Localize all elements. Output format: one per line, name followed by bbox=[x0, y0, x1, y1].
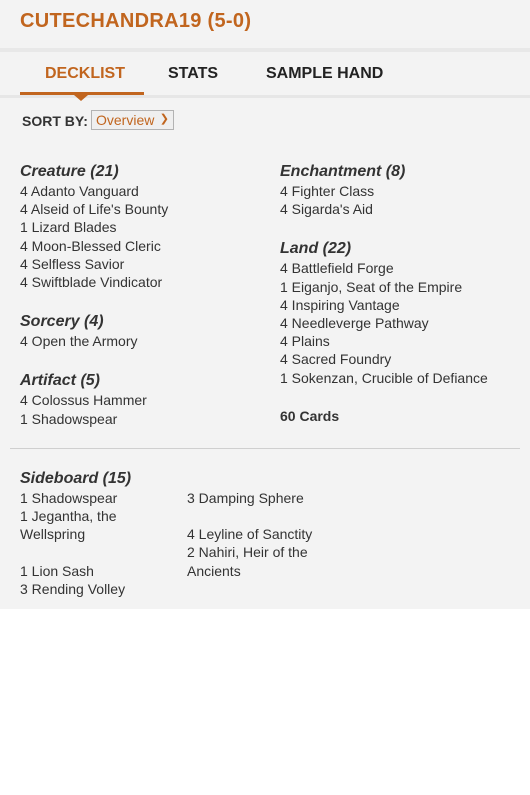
card-count-total: 60 Cards bbox=[280, 407, 340, 424]
card-entry[interactable]: 4 Inspiring Vantage bbox=[280, 296, 488, 314]
card-entry[interactable]: 1 Jegantha, the Wellspring bbox=[20, 507, 160, 543]
main-deck-right-column: Enchantment (8) 4 Fighter Class 4 Sigard… bbox=[280, 162, 488, 425]
section-title-enchantment: Enchantment (8) bbox=[280, 163, 406, 180]
card-entry[interactable]: 1 Lion Sash bbox=[20, 562, 160, 580]
card-entry[interactable]: 1 Eiganjo, Seat of the Empire bbox=[280, 278, 488, 296]
card-entry[interactable]: 4 Sacred Foundry bbox=[280, 350, 488, 368]
card-entry[interactable]: 1 Sokenzan, Crucible of Defiance bbox=[280, 369, 488, 387]
card-entry[interactable]: 3 Damping Sphere bbox=[187, 489, 337, 507]
card-entry[interactable]: 4 Battlefield Forge bbox=[280, 259, 488, 277]
sideboard-column-2: 3 Damping Sphere 4 Leyline of Sanctity 2… bbox=[187, 489, 337, 580]
sideboard-divider bbox=[10, 448, 520, 449]
section-title-land: Land (22) bbox=[280, 240, 352, 258]
main-deck-left-column: Creature (21) 4 Adanto Vanguard 4 Alseid… bbox=[20, 162, 168, 428]
tab-bar: DECKLIST STATS SAMPLE HAND bbox=[0, 52, 530, 96]
card-entry[interactable]: 4 Needleverge Pathway bbox=[280, 314, 488, 332]
sort-by-label: SORT BY: bbox=[22, 113, 88, 129]
section-title-sorcery: Sorcery (4) bbox=[20, 313, 104, 331]
card-entry[interactable]: 1 Shadowspear bbox=[20, 489, 160, 507]
section-title-artifact: Artifact (5) bbox=[20, 372, 101, 390]
section-title-creature: Creature (21) bbox=[20, 163, 119, 180]
sideboard-title-wrap: Sideboard (15) bbox=[20, 469, 131, 489]
deck-title: CUTECHANDRA19 (5-0) bbox=[20, 10, 252, 32]
sort-by-select[interactable]: Overview ❯ bbox=[91, 110, 174, 130]
card-entry[interactable]: 4 Alseid of Life's Bounty bbox=[20, 200, 168, 218]
card-entry[interactable]: 4 Moon-Blessed Cleric bbox=[20, 237, 168, 255]
tab-stats[interactable]: STATS bbox=[168, 65, 218, 83]
sort-by-value: Overview bbox=[96, 112, 155, 128]
card-entry[interactable]: 2 Nahiri, Heir of the Ancients bbox=[187, 543, 337, 579]
card-entry[interactable]: 4 Leyline of Sanctity bbox=[187, 525, 337, 543]
tab-decklist[interactable]: DECKLIST bbox=[45, 65, 125, 83]
card-entry[interactable]: 4 Fighter Class bbox=[280, 182, 488, 200]
chevron-down-icon: ❯ bbox=[159, 113, 169, 125]
card-entry[interactable]: 4 Colossus Hammer bbox=[20, 391, 168, 409]
card-entry[interactable]: 4 Open the Armory bbox=[20, 332, 168, 350]
decklist-panel: CUTECHANDRA19 (5-0) DECKLIST STATS SAMPL… bbox=[0, 0, 530, 609]
card-entry[interactable]: 1 Lizard Blades bbox=[20, 218, 168, 236]
active-tab-caret-icon bbox=[74, 95, 88, 101]
card-entry[interactable]: 4 Sigarda's Aid bbox=[280, 200, 488, 218]
card-entry[interactable]: 1 Shadowspear bbox=[20, 410, 168, 428]
card-entry[interactable]: 4 Selfless Savior bbox=[20, 255, 168, 273]
section-title-sideboard: Sideboard (15) bbox=[20, 470, 132, 487]
card-entry[interactable]: 3 Rending Volley bbox=[20, 580, 160, 598]
card-entry[interactable]: 4 Adanto Vanguard bbox=[20, 182, 168, 200]
sideboard-column-1: 1 Shadowspear 1 Jegantha, the Wellspring… bbox=[20, 489, 160, 598]
card-entry[interactable]: 4 Swiftblade Vindicator bbox=[20, 273, 168, 291]
card-entry[interactable]: 4 Plains bbox=[280, 332, 488, 350]
tab-sample-hand[interactable]: SAMPLE HAND bbox=[266, 65, 383, 83]
